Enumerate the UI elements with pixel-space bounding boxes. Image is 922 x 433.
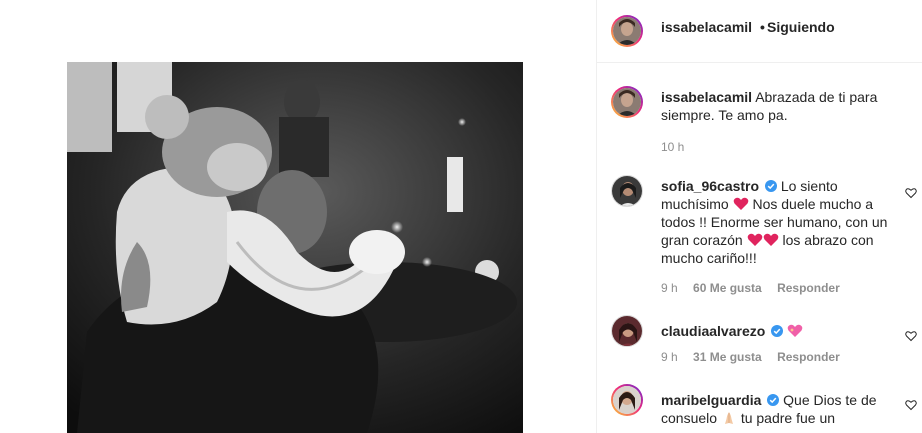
post-photo[interactable] [67,62,523,433]
comment-username[interactable]: claudiaalvarezo [661,323,765,339]
caption-text: issabelacamil Abrazada de ti para siempr… [661,88,899,124]
comment-time[interactable]: 9 h [661,350,678,364]
caption-meta: 10 h [661,140,696,154]
comment-username[interactable]: maribelguardia [661,392,761,408]
comment-avatar-photo [612,176,642,206]
comment-username[interactable]: sofia_96castro [661,178,759,194]
comment-avatar-photo [612,316,642,346]
photo-bw-embrace [67,62,523,433]
reply-button[interactable]: Responder [777,350,840,364]
caption-time[interactable]: 10 h [661,140,684,154]
red-heart-emoji-icon [747,233,762,246]
reply-button[interactable]: Responder [777,281,840,295]
comment-likes[interactable]: 60 Me gusta [693,281,762,295]
caption-avatar-photo [613,88,641,116]
author-avatar-photo [613,17,641,45]
comments-panel: issabelacamil • Siguiendo issabelacamil [597,0,922,433]
comments-list: issabelacamil Abrazada de ti para siempr… [597,64,922,433]
comment-avatar[interactable] [611,384,643,416]
comment-avatar-photo [613,386,641,414]
comment-time[interactable]: 9 h [661,281,678,295]
sparkling-heart-emoji-icon [787,324,803,337]
comment-body-part: tu padre fue un [736,410,836,426]
author-avatar[interactable] [611,15,643,47]
comment-meta: 9 h 31 Me gusta Responder [661,350,852,364]
comment-meta: 9 h 60 Me gusta Responder [661,281,852,295]
post-header: issabelacamil • Siguiendo [597,0,922,63]
separator-dot: • [760,19,765,35]
like-heart-outline-icon[interactable] [905,330,917,342]
caption-avatar[interactable] [611,86,643,118]
comment-text: claudiaalvarezo [661,322,899,340]
author-username[interactable]: issabelacamil [661,19,752,35]
comment-text: sofia_96castro Lo siento muchísimo Nos d… [661,177,899,267]
caption-username[interactable]: issabelacamil [661,89,752,105]
comment-avatar[interactable] [611,175,643,207]
comment-text: maribelguardia Que Dios te de consuelo t… [661,391,899,427]
red-heart-emoji-icon [733,197,748,210]
verified-badge-icon [771,325,784,337]
like-heart-outline-icon[interactable] [905,399,917,411]
comment-likes[interactable]: 31 Me gusta [693,350,762,364]
follow-status-button[interactable]: Siguiendo [767,19,835,35]
red-heart-emoji-icon [763,233,778,246]
verified-badge-icon [764,180,777,192]
comment-avatar[interactable] [611,315,643,347]
post-media-area [0,0,596,433]
praying-hands-emoji-icon [724,412,733,424]
like-heart-outline-icon[interactable] [905,187,917,199]
verified-badge-icon [767,394,780,406]
